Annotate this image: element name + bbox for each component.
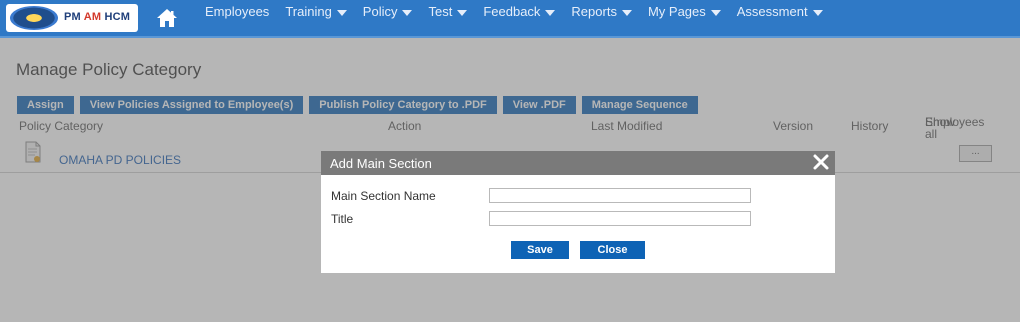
home-icon	[157, 9, 177, 27]
nav-item-label: My Pages	[647, 4, 706, 19]
nav-item-policy[interactable]: Policy	[363, 0, 422, 24]
main-section-name-input[interactable]	[489, 188, 751, 203]
caret-down-icon	[545, 9, 556, 16]
nav-item-feedback[interactable]: Feedback	[483, 0, 564, 24]
home-button[interactable]	[149, 4, 185, 32]
nav-item-test[interactable]: Test	[428, 0, 476, 24]
nav-item-training[interactable]: Training	[285, 0, 355, 24]
nav-item-label: Test	[428, 4, 453, 19]
caret-down-icon	[457, 9, 468, 16]
caret-down-icon	[621, 9, 632, 16]
nav-item-label: Assessment	[736, 4, 808, 19]
title-input[interactable]	[489, 211, 751, 226]
main-menu: Employees Training Policy Test Feedback Repor…	[205, 0, 839, 36]
nav-item-label: Reports	[571, 4, 617, 19]
add-main-section-dialog: Add Main Section Main Section Name Title…	[321, 151, 835, 273]
nav-item-label: Employees	[205, 4, 270, 19]
caret-down-icon	[710, 9, 721, 16]
nav-item-my-pages[interactable]: My Pages	[648, 0, 730, 24]
dialog-header: Add Main Section	[321, 151, 835, 175]
app-logo[interactable]: PM AM HCM	[6, 4, 138, 32]
caret-down-icon	[336, 9, 347, 16]
top-nav-bar: PM AM HCM Employees Training Policy Test Fee…	[0, 0, 1020, 38]
nav-item-label: Training	[285, 4, 332, 19]
nav-item-assessment[interactable]: Assessment	[737, 0, 832, 24]
title-label: Title	[331, 212, 354, 226]
caret-down-icon	[402, 9, 413, 16]
nav-item-reports[interactable]: Reports	[571, 0, 641, 24]
logo-text: PM AM HCM	[64, 11, 131, 23]
logo-seal-icon	[10, 6, 58, 30]
nav-item-label: Feedback	[483, 4, 541, 19]
caret-down-icon	[812, 9, 823, 16]
main-section-name-label: Main Section Name	[331, 189, 436, 203]
close-button[interactable]: Close	[580, 241, 645, 259]
nav-item-label: Policy	[362, 4, 398, 19]
dialog-title: Add Main Section	[330, 156, 432, 171]
save-button[interactable]: Save	[511, 241, 569, 259]
nav-item-employees[interactable]: Employees	[205, 0, 278, 24]
close-icon[interactable]	[812, 153, 830, 171]
